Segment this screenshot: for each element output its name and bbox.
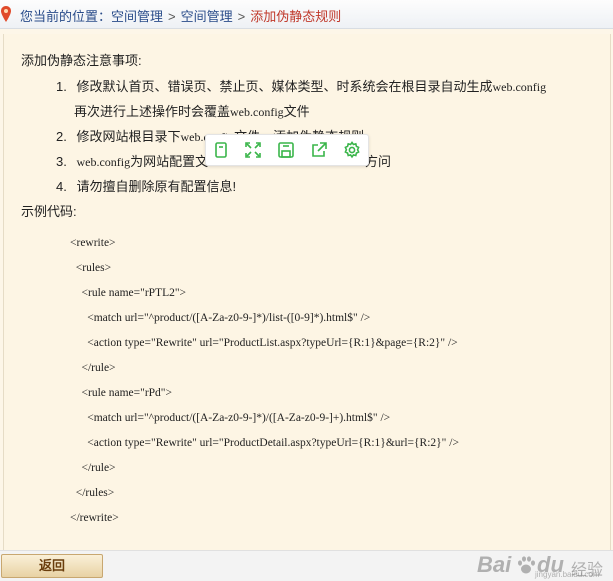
note-filename: web.config — [492, 80, 547, 94]
note-text: 修改网站根目录下 — [76, 129, 181, 144]
code-line: <rewrite> — [70, 237, 116, 249]
note-text-suffix: 文件 — [283, 104, 310, 119]
note-item-1-cont: 再次进行上述操作时会覆盖web.config文件 — [74, 101, 310, 120]
watermark-bai: Bai — [477, 552, 512, 577]
note-number: 3. — [56, 154, 67, 169]
breadcrumb-item-space-management-2[interactable]: 空间管理 — [181, 9, 233, 24]
code-line: </rewrite> — [70, 512, 119, 524]
code-line: <rule name="rPd"> — [70, 387, 172, 399]
code-line: </rule> — [70, 462, 116, 474]
note-text: 再次进行上述操作时会覆盖 — [74, 104, 231, 119]
breadcrumb-prefix: 您当前的位置： — [20, 9, 112, 24]
code-line: <rule name="rPTL2"> — [70, 287, 187, 299]
save-button[interactable] — [276, 140, 296, 160]
note-text: 请勿擅自删除原有配置信息! — [76, 179, 237, 194]
location-pin-icon — [1, 6, 11, 22]
settings-icon — [344, 141, 360, 159]
note-number: 4. — [56, 179, 67, 194]
code-line: <rules> — [70, 262, 112, 274]
note-filename: web.config — [230, 105, 284, 119]
example-label: 示例代码: — [21, 204, 77, 219]
share-button[interactable] — [309, 140, 329, 160]
settings-button[interactable] — [342, 140, 362, 160]
note-item-1: 1. 修改默认首页、错误页、禁止页、媒体类型、时系统会在根目录自动生成web.c… — [56, 76, 546, 95]
note-text-suffix: 为网站配置文 — [130, 154, 209, 169]
code-line: <action type="Rewrite" url="ProductList.… — [70, 337, 458, 349]
floating-toolbar — [205, 134, 369, 166]
breadcrumb-separator: > — [168, 9, 176, 24]
note-text: 修改默认首页、错误页、禁止页、媒体类型、时系统会在根目录自动生成 — [76, 79, 493, 94]
code-line: <match url="^product/([A-Za-z0-9-]*)/([A… — [70, 412, 391, 424]
note-number: 2. — [56, 129, 67, 144]
breadcrumb-separator: > — [237, 9, 246, 24]
note-item-4: 4. 请勿擅自删除原有配置信息! — [56, 176, 236, 195]
note-number: 1. — [56, 79, 67, 94]
breadcrumb-item-space-management[interactable]: 空间管理 — [111, 9, 163, 24]
share-icon — [312, 142, 327, 157]
code-line: </rule> — [70, 362, 116, 374]
expand-icon — [245, 142, 261, 158]
baidu-jingyan-watermark: Bai du 经验 jingyan.baidu.com — [475, 550, 611, 580]
note-item-3: 3. web.config为网站配置文 — [56, 151, 208, 170]
breadcrumb: 您当前的位置：空间管理 > 空间管理 > 添加伪静态规则 — [20, 6, 341, 25]
breadcrumb-current: 添加伪静态规则 — [250, 9, 342, 24]
breadcrumb-bar: 您当前的位置：空间管理 > 空间管理 > 添加伪静态规则 — [0, 0, 613, 29]
copy-button[interactable] — [211, 140, 231, 160]
watermark-url: jingyan.baidu.com — [535, 570, 600, 579]
code-line: <match url="^product/([A-Za-z0-9-]*)/lis… — [70, 312, 371, 324]
code-line: </rules> — [70, 487, 115, 499]
back-button[interactable]: 返回 — [1, 554, 103, 578]
save-icon — [278, 142, 294, 158]
notes-heading: 添加伪静态注意事项: — [21, 53, 142, 68]
fullscreen-button[interactable] — [243, 140, 263, 160]
note-filename: web.config — [76, 155, 131, 169]
copy-icon — [215, 142, 227, 158]
code-line: <action type="Rewrite" url="ProductDetai… — [70, 437, 459, 449]
paw-icon — [518, 556, 535, 574]
